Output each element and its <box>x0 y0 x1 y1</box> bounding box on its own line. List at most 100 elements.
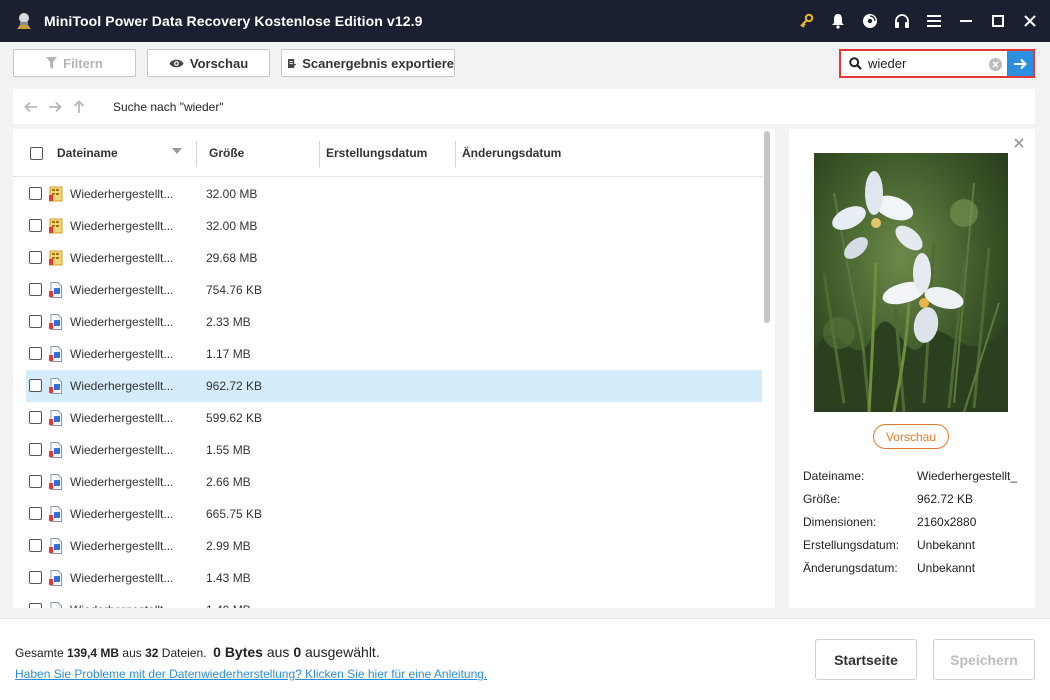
file-size: 2.66 MB <box>206 475 251 489</box>
column-header-modified[interactable]: Änderungsdatum <box>462 129 561 177</box>
row-checkbox[interactable] <box>29 507 42 520</box>
file-size: 1.40 MB <box>206 603 251 608</box>
minimize-icon[interactable] <box>950 0 982 42</box>
row-checkbox[interactable] <box>29 187 42 200</box>
disc-icon[interactable] <box>854 0 886 42</box>
home-button[interactable]: Startseite <box>815 639 917 680</box>
file-row[interactable]: Wiederhergestellt... 599.62 KB <box>26 402 762 434</box>
back-button[interactable] <box>19 89 43 124</box>
file-list-header: Dateiname Größe Erstellungsdatum Änderun… <box>13 129 763 177</box>
export-button[interactable]: Scanergebnis exportiere <box>281 49 455 77</box>
preview-button[interactable]: Vorschau <box>147 49 270 77</box>
detail-value: Unbekannt <box>917 538 976 552</box>
row-checkbox[interactable] <box>29 347 42 360</box>
file-size: 599.62 KB <box>206 411 263 425</box>
maximize-icon[interactable] <box>982 0 1014 42</box>
search-input[interactable] <box>868 56 986 71</box>
column-header-created[interactable]: Erstellungsdatum <box>326 129 427 177</box>
forward-button[interactable] <box>43 89 67 124</box>
current-path: Suche nach "wieder" <box>113 99 224 114</box>
file-row[interactable]: Wiederhergestellt... 32.00 MB <box>26 178 762 210</box>
close-preview-icon[interactable] <box>1013 137 1025 149</box>
row-checkbox[interactable] <box>29 283 42 296</box>
row-checkbox[interactable] <box>29 411 42 424</box>
file-row[interactable]: Wiederhergestellt... 2.66 MB <box>26 466 762 498</box>
search-go-button[interactable] <box>1007 51 1033 76</box>
file-row[interactable]: Wiederhergestellt... 1.40 MB <box>26 594 762 608</box>
file-size: 2.99 MB <box>206 539 251 553</box>
selection-summary: Gesamte 139,4 MB aus 32 Dateien. 0 Bytes… <box>15 644 380 660</box>
column-header-size[interactable]: Größe <box>209 129 244 177</box>
column-header-name[interactable]: Dateiname <box>57 129 197 177</box>
selected-size: 0 Bytes <box>213 644 263 660</box>
row-checkbox[interactable] <box>29 315 42 328</box>
file-row[interactable]: Wiederhergestellt... 32.00 MB <box>26 210 762 242</box>
checkbox[interactable] <box>30 146 43 160</box>
summary-text: aus <box>262 644 294 660</box>
column-separator <box>196 141 197 167</box>
export-label: Scanergebnis exportiere <box>302 55 454 71</box>
detail-key: Änderungsdatum: <box>803 561 898 575</box>
file-name: Wiederhergestellt... <box>70 507 174 521</box>
file-row[interactable]: Wiederhergestellt... 1.17 MB <box>26 338 762 370</box>
summary-suffix: ausgewählt. <box>301 644 380 660</box>
app-logo-icon <box>17 13 31 29</box>
detail-value: 962.72 KB <box>917 492 974 506</box>
detail-key: Größe: <box>803 492 841 506</box>
row-checkbox[interactable] <box>29 443 42 456</box>
navigation-bar: Suche nach "wieder" <box>13 89 1035 124</box>
help-link[interactable]: Haben Sie Probleme mit der Datenwiederhe… <box>15 667 487 681</box>
row-checkbox[interactable] <box>29 251 42 264</box>
preview-panel: Vorschau Dateiname: Wiederhergestellt_ Grö… <box>789 129 1035 608</box>
column-modified-label: Änderungsdatum <box>462 146 562 160</box>
detail-value: 2160x2880 <box>917 515 977 529</box>
file-row[interactable]: Wiederhergestellt... 665.75 KB <box>26 498 762 530</box>
file-row[interactable]: Wiederhergestellt... 1.55 MB <box>26 434 762 466</box>
detail-value: Wiederhergestellt_ <box>917 469 1018 483</box>
bell-icon[interactable] <box>822 0 854 42</box>
select-all-checkbox[interactable] <box>30 129 43 177</box>
row-checkbox[interactable] <box>29 219 42 232</box>
arrow-right-icon <box>1013 58 1027 69</box>
footer: Gesamte 139,4 MB aus 32 Dateien. 0 Bytes… <box>0 618 1050 700</box>
file-list-panel: Dateiname Größe Erstellungsdatum Änderun… <box>13 129 775 608</box>
file-name: Wiederhergestellt... <box>70 603 173 608</box>
file-name: Wiederhergestellt... <box>70 379 174 393</box>
file-size: 1.43 MB <box>206 571 251 585</box>
row-checkbox[interactable] <box>29 571 42 584</box>
preview-file-button[interactable]: Vorschau <box>873 424 949 449</box>
file-details: Dateiname: Wiederhergestellt_ Größe: 962.72… <box>803 469 1033 584</box>
key-icon[interactable] <box>790 0 822 42</box>
save-button[interactable]: Speichern <box>933 639 1035 680</box>
file-name: Wiederhergestellt... <box>70 187 174 201</box>
file-size: 2.33 MB <box>206 315 251 329</box>
headphones-icon[interactable] <box>886 0 918 42</box>
file-name: Wiederhergestellt... <box>70 347 174 361</box>
file-row[interactable]: Wiederhergestellt... 29.68 MB <box>26 242 762 274</box>
list-scrollbar[interactable] <box>764 131 770 323</box>
row-checkbox[interactable] <box>29 603 42 608</box>
close-icon[interactable] <box>1014 0 1046 42</box>
file-row[interactable]: Wiederhergestellt... 962.72 KB <box>26 370 762 402</box>
detail-key: Dimensionen: <box>803 515 877 529</box>
preview-label: Vorschau <box>189 55 249 71</box>
window-title: MiniTool Power Data Recovery Kostenlose … <box>44 13 423 29</box>
menu-icon[interactable] <box>918 0 950 42</box>
file-row[interactable]: Wiederhergestellt... 2.33 MB <box>26 306 762 338</box>
up-button[interactable] <box>67 89 91 124</box>
file-row[interactable]: Wiederhergestellt... 2.99 MB <box>26 530 762 562</box>
file-size: 754.76 KB <box>206 283 263 297</box>
sort-down-icon <box>172 148 182 154</box>
file-row[interactable]: Wiederhergestellt... 754.76 KB <box>26 274 762 306</box>
detail-row: Änderungsdatum: Unbekannt <box>803 561 1033 584</box>
filter-button[interactable]: Filtern <box>13 49 136 77</box>
row-checkbox[interactable] <box>29 379 42 392</box>
row-checkbox[interactable] <box>29 539 42 552</box>
detail-row: Erstellungsdatum: Unbekannt <box>803 538 1033 561</box>
arrow-right-nav-icon <box>49 101 62 112</box>
file-row[interactable]: Wiederhergestellt... 1.43 MB <box>26 562 762 594</box>
clear-search-icon[interactable] <box>989 58 1002 71</box>
file-size: 1.55 MB <box>206 443 251 457</box>
row-checkbox[interactable] <box>29 475 42 488</box>
file-name: Wiederhergestellt... <box>70 219 174 233</box>
